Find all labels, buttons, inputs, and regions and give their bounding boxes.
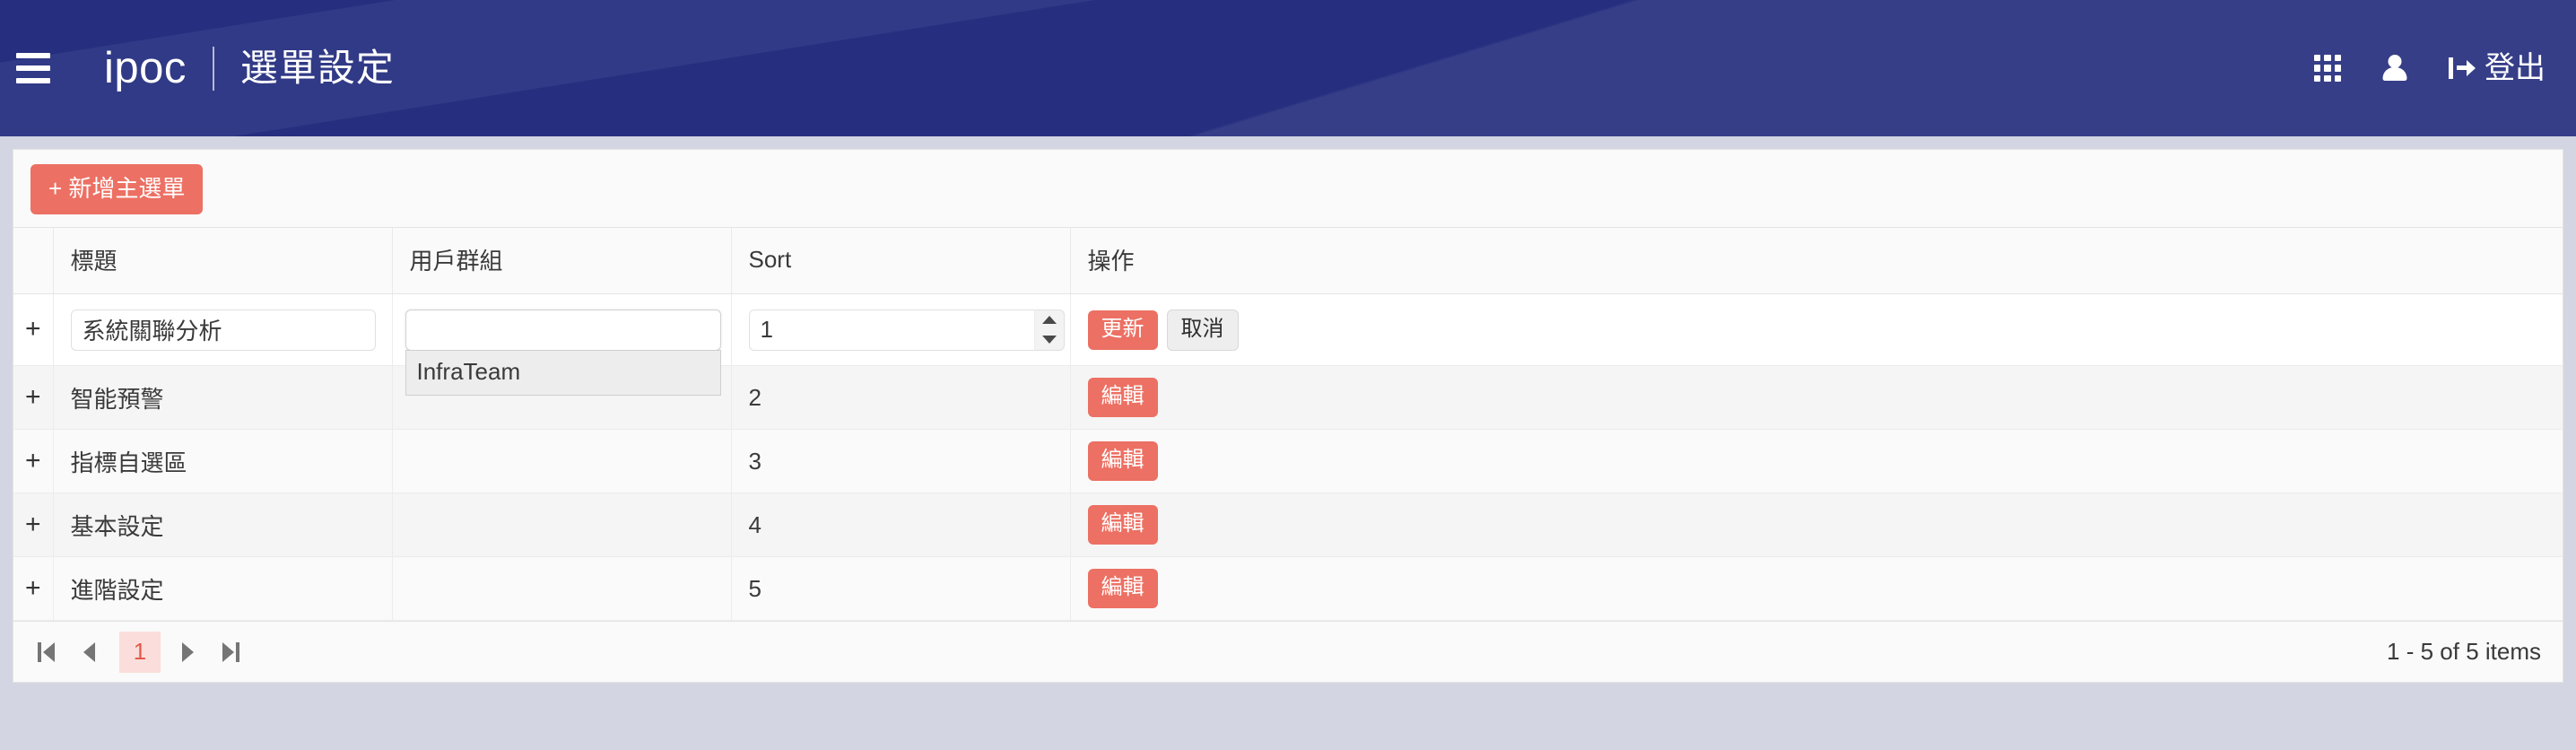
expand-row-icon[interactable]: +: [25, 510, 41, 538]
pagination-bar: 1 1 - 5 of 5 items: [13, 621, 2563, 682]
sort-cell: 5: [730, 556, 1070, 621]
last-page-icon[interactable]: [211, 632, 250, 672]
logout-icon: [2449, 57, 2476, 80]
sort-spinner: [1033, 309, 1065, 351]
update-button[interactable]: 更新: [1087, 310, 1158, 350]
brand-divider: [212, 46, 214, 91]
table-header-row: 標題 用戶群組 Sort 操作: [13, 227, 2563, 294]
expand-row-icon[interactable]: +: [25, 447, 41, 475]
action-cell: 更新 取消: [1069, 293, 2563, 366]
row-expander-cell: +: [13, 556, 53, 621]
next-page-icon[interactable]: [168, 632, 207, 672]
expand-row-icon[interactable]: +: [25, 383, 41, 411]
user-group-multiselect[interactable]: [405, 309, 721, 351]
action-buttons: 編輯: [1087, 569, 2563, 608]
user-group-cell: [391, 493, 731, 557]
title-cell: [52, 293, 392, 366]
first-page-icon[interactable]: [26, 632, 65, 672]
row-expander-cell: +: [13, 493, 53, 557]
edit-button[interactable]: 編輯: [1087, 378, 1158, 417]
row-expander-cell: +: [13, 293, 53, 366]
grid-toolbar: + 新增主選單: [13, 150, 2563, 227]
menu-settings-card: + 新增主選單 標題 用戶群組 Sort 操作 + 系統關聯分析 InfraTe…: [13, 149, 2563, 683]
page-title: 選單設定: [239, 47, 395, 89]
action-cell: 編輯: [1069, 365, 2563, 430]
row-expander-cell: +: [13, 429, 53, 493]
header-actions: 登出: [2314, 53, 2546, 83]
page-number-1[interactable]: 1: [119, 631, 161, 673]
cancel-button[interactable]: 取消: [1166, 309, 1239, 351]
page-body: + 新增主選單 標題 用戶群組 Sort 操作 + 系統關聯分析 InfraTe…: [0, 136, 2576, 695]
user-group-cell: InfraTeam: [391, 293, 731, 396]
sort-input[interactable]: [748, 309, 1034, 351]
action-buttons: 編輯: [1087, 441, 2563, 481]
table-body: + InfraTeam: [13, 293, 2563, 621]
brand-area: ipoc 選單設定: [104, 43, 395, 92]
sort-decrement-icon[interactable]: [1035, 330, 1064, 350]
sort-cell: 2: [730, 365, 1070, 430]
action-cell: 編輯: [1069, 556, 2563, 621]
app-header: ipoc 選單設定 登出: [0, 0, 2576, 136]
action-buttons: 編輯: [1087, 378, 2563, 417]
action-buttons: 編輯: [1087, 505, 2563, 545]
add-main-menu-button[interactable]: + 新增主選單: [30, 164, 204, 214]
menu-settings-table: 標題 用戶群組 Sort 操作 + 系統關聯分析 InfraTeam 1 更新 …: [13, 227, 2563, 621]
expand-row-icon[interactable]: +: [25, 574, 41, 602]
column-header-expander: [13, 227, 53, 294]
person-icon[interactable]: [2380, 53, 2409, 83]
previous-page-icon[interactable]: [69, 632, 109, 672]
title-cell: 基本設定: [52, 493, 392, 557]
table-header: 標題 用戶群組 Sort 操作: [13, 227, 2563, 294]
sort-numeric-stepper: [748, 309, 1065, 351]
title-input[interactable]: [70, 309, 376, 351]
grid-apps-icon[interactable]: [2314, 55, 2341, 82]
edit-button[interactable]: 編輯: [1087, 569, 1158, 608]
expand-row-icon[interactable]: +: [25, 316, 41, 343]
edit-button[interactable]: 編輯: [1087, 441, 1158, 481]
table-row: + 基本設定 4 編輯: [13, 493, 2563, 557]
pagination-info: 1 - 5 of 5 items: [2387, 638, 2541, 665]
title-cell: 智能預警: [52, 365, 392, 430]
table-row: + 智能預警 2 編輯: [13, 365, 2563, 430]
user-group-cell: [391, 556, 731, 621]
brand-logo: ipoc: [104, 43, 187, 92]
user-group-cell: [391, 429, 731, 493]
logout-label: 登出: [2485, 51, 2546, 85]
sort-cell: 4: [730, 493, 1070, 557]
user-group-option[interactable]: InfraTeam: [406, 351, 720, 395]
title-cell: 進階設定: [52, 556, 392, 621]
table-row: + 進階設定 5 編輯: [13, 556, 2563, 621]
logout-button[interactable]: 登出: [2449, 53, 2546, 83]
user-group-dropdown[interactable]: InfraTeam: [405, 350, 721, 396]
column-header-title[interactable]: 標題: [52, 227, 392, 294]
action-buttons: 更新 取消: [1087, 309, 2563, 351]
column-header-group[interactable]: 用戶群組: [391, 227, 731, 294]
table-row: + 指標自選區 3 編輯: [13, 429, 2563, 493]
action-cell: 編輯: [1069, 493, 2563, 557]
table-row-editing: + InfraTeam: [13, 293, 2563, 396]
sort-increment-icon[interactable]: [1035, 310, 1064, 330]
column-header-action: 操作: [1069, 227, 2563, 294]
action-cell: 編輯: [1069, 429, 2563, 493]
edit-button[interactable]: 編輯: [1087, 505, 1158, 545]
title-cell: 指標自選區: [52, 429, 392, 493]
column-header-sort[interactable]: Sort: [730, 227, 1070, 294]
sort-cell: 3: [730, 429, 1070, 493]
row-expander-cell: +: [13, 365, 53, 430]
hamburger-icon[interactable]: [16, 53, 50, 83]
sort-cell: [730, 293, 1070, 366]
